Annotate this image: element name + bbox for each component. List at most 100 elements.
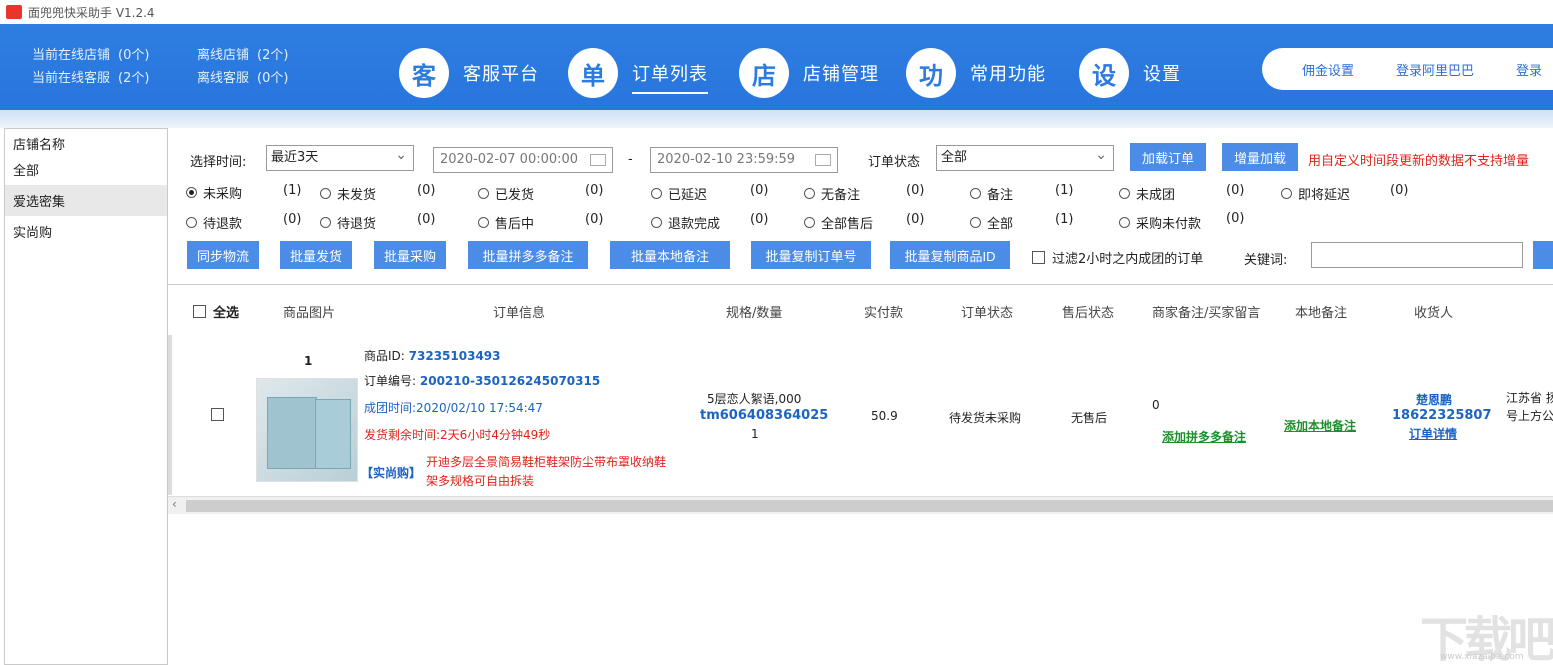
nav-label: 订单列表 bbox=[632, 60, 708, 94]
order-status-label: 订单状态 bbox=[868, 155, 921, 170]
radio-label: 未发货 bbox=[337, 188, 377, 203]
sync-logistics-button[interactable]: 同步物流 bbox=[187, 241, 259, 269]
sku-code[interactable]: tm606408364025 bbox=[700, 408, 828, 423]
calendar-icon[interactable] bbox=[590, 154, 606, 166]
product-title-line2[interactable]: 架多规格可自由拆装 bbox=[426, 472, 534, 489]
offline-shops-count: (2个) bbox=[257, 48, 289, 63]
header-product-image: 商品图片 bbox=[283, 306, 336, 321]
row-index: 1 bbox=[304, 354, 313, 368]
radio-count: (0) bbox=[1390, 183, 1409, 198]
order-detail-link[interactable]: 订单详情 bbox=[1409, 425, 1457, 442]
incremental-load-button[interactable]: 增量加载 bbox=[1222, 143, 1298, 171]
search-button[interactable] bbox=[1533, 241, 1553, 269]
load-orders-button[interactable]: 加载订单 bbox=[1130, 143, 1206, 171]
radio-delayed[interactable]: 已延迟 bbox=[651, 184, 707, 203]
radio-dot bbox=[186, 187, 197, 198]
batch-local-remark-button[interactable]: 批量本地备注 bbox=[610, 241, 730, 269]
start-date-input[interactable]: 2020-02-07 00:00:00 bbox=[433, 147, 613, 173]
title-bar: 面兜兜快采助手 V1.2.4 bbox=[0, 0, 1553, 24]
radio-not-shipped[interactable]: 未发货 bbox=[320, 184, 376, 203]
radio-refund-complete[interactable]: 退款完成 bbox=[651, 213, 720, 232]
radio-dot bbox=[804, 217, 815, 228]
radio-label: 待退款 bbox=[203, 217, 243, 232]
sidebar-item-aixuan[interactable]: 爱选密集 bbox=[5, 185, 167, 216]
calendar-icon[interactable] bbox=[815, 154, 831, 166]
end-date-input[interactable]: 2020-02-10 23:59:59 bbox=[650, 147, 838, 173]
order-status-select[interactable]: 全部 bbox=[936, 143, 1114, 171]
keyword-input[interactable] bbox=[1311, 242, 1523, 268]
sidebar-item-shishanggou[interactable]: 实尚购 bbox=[5, 216, 167, 247]
radio-pending-return[interactable]: 待退货 bbox=[320, 213, 376, 232]
batch-copy-product-id-button[interactable]: 批量复制商品ID bbox=[890, 241, 1010, 269]
product-thumbnail[interactable] bbox=[256, 378, 358, 482]
scrollbar-thumb[interactable] bbox=[186, 500, 1553, 512]
aftersale-status: 无售后 bbox=[1071, 411, 1108, 425]
end-date-value: 2020-02-10 23:59:59 bbox=[657, 152, 796, 167]
time-label: 选择时间: bbox=[190, 155, 247, 170]
nav-common-functions[interactable]: 功 常用功能 bbox=[906, 48, 1046, 98]
header-paid: 实付款 bbox=[864, 306, 904, 321]
time-range-select[interactable]: 最近3天 bbox=[266, 143, 414, 171]
radio-all-aftersale[interactable]: 全部售后 bbox=[804, 213, 873, 232]
nav-shop-management[interactable]: 店 店铺管理 bbox=[739, 48, 879, 98]
scroll-left-icon[interactable]: ‹ bbox=[172, 497, 177, 511]
order-status: 待发货未采购 bbox=[949, 411, 1022, 425]
batch-ship-button[interactable]: 批量发货 bbox=[280, 241, 352, 269]
radio-purchase-unpaid[interactable]: 采购未付款 bbox=[1119, 213, 1201, 232]
radio-dot bbox=[804, 188, 815, 199]
commission-settings-link[interactable]: 佣金设置 bbox=[1302, 60, 1354, 79]
offline-cs-count: (0个) bbox=[257, 71, 289, 86]
login-alibaba-link[interactable]: 登录阿里巴巴 bbox=[1396, 60, 1474, 79]
row-checkbox[interactable] bbox=[211, 408, 224, 421]
order-no-label: 订单编号: bbox=[364, 374, 417, 388]
radio-all[interactable]: 全部 bbox=[970, 213, 1013, 232]
app-title: 面兜兜快采助手 V1.2.4 bbox=[28, 5, 155, 20]
radio-not-purchased[interactable]: 未采购 bbox=[186, 183, 242, 202]
radio-label: 已延迟 bbox=[668, 188, 708, 203]
radio-pending-refund[interactable]: 待退款 bbox=[186, 213, 242, 232]
nav-settings[interactable]: 设 设置 bbox=[1079, 48, 1181, 98]
shop-tag: 【实尚购】 bbox=[361, 466, 422, 480]
header-order-status: 订单状态 bbox=[961, 306, 1014, 321]
radio-label: 即将延迟 bbox=[1298, 188, 1351, 203]
select-all-label: 全选 bbox=[213, 306, 240, 321]
offline-cs-label: 离线客服 bbox=[197, 71, 250, 86]
radio-aftersale-in-progress[interactable]: 售后中 bbox=[478, 213, 534, 232]
nav-order-list[interactable]: 单 订单列表 bbox=[568, 48, 708, 98]
radio-dot bbox=[970, 217, 981, 228]
radio-count: (0) bbox=[417, 183, 436, 198]
select-all-checkbox[interactable]: 全选 bbox=[193, 302, 239, 321]
batch-copy-order-no-button[interactable]: 批量复制订单号 bbox=[751, 241, 871, 269]
radio-count: (1) bbox=[1055, 212, 1074, 227]
radio-remark[interactable]: 备注 bbox=[970, 184, 1013, 203]
settings-icon: 设 bbox=[1079, 48, 1129, 98]
login-link[interactable]: 登录 bbox=[1516, 60, 1542, 79]
batch-purchase-button[interactable]: 批量采购 bbox=[374, 241, 446, 269]
radio-about-to-delay[interactable]: 即将延迟 bbox=[1281, 184, 1350, 203]
filter-2h-checkbox[interactable]: 过滤2小时之内成团的订单 bbox=[1032, 248, 1203, 267]
radio-label: 采购未付款 bbox=[1136, 217, 1202, 232]
product-title-line1[interactable]: 开迪多层全景简易鞋柜鞋架防尘带布罩收纳鞋 bbox=[426, 453, 666, 470]
row-indicator bbox=[168, 335, 172, 495]
product-id-value[interactable]: 73235103493 bbox=[409, 349, 501, 363]
order-no-value[interactable]: 200210-350126245070315 bbox=[420, 374, 600, 388]
shop-sidebar: 店铺名称 全部 爱选密集 实尚购 bbox=[4, 128, 168, 665]
radio-not-grouped[interactable]: 未成团 bbox=[1119, 184, 1175, 203]
radio-label: 售后中 bbox=[495, 217, 535, 232]
radio-count: (0) bbox=[585, 212, 604, 227]
radio-count: (0) bbox=[1226, 183, 1245, 198]
horizontal-scrollbar[interactable]: ‹ bbox=[168, 496, 1553, 514]
radio-no-remark[interactable]: 无备注 bbox=[804, 184, 860, 203]
app-logo-icon bbox=[6, 5, 22, 19]
add-local-note-link[interactable]: 添加本地备注 bbox=[1284, 417, 1356, 434]
nav-customer-service[interactable]: 客 客服平台 bbox=[399, 48, 539, 98]
quantity: 1 bbox=[751, 427, 759, 441]
radio-dot bbox=[651, 217, 662, 228]
header-remarks: 商家备注/买家留言 bbox=[1152, 306, 1261, 321]
radio-shipped[interactable]: 已发货 bbox=[478, 184, 534, 203]
radio-count: (0) bbox=[417, 212, 436, 227]
batch-pdd-remark-button[interactable]: 批量拼多多备注 bbox=[468, 241, 588, 269]
shoe-rack-image bbox=[267, 397, 317, 469]
sidebar-item-all[interactable]: 全部 bbox=[5, 158, 167, 185]
add-pdd-note-link[interactable]: 添加拼多多备注 bbox=[1162, 428, 1246, 445]
